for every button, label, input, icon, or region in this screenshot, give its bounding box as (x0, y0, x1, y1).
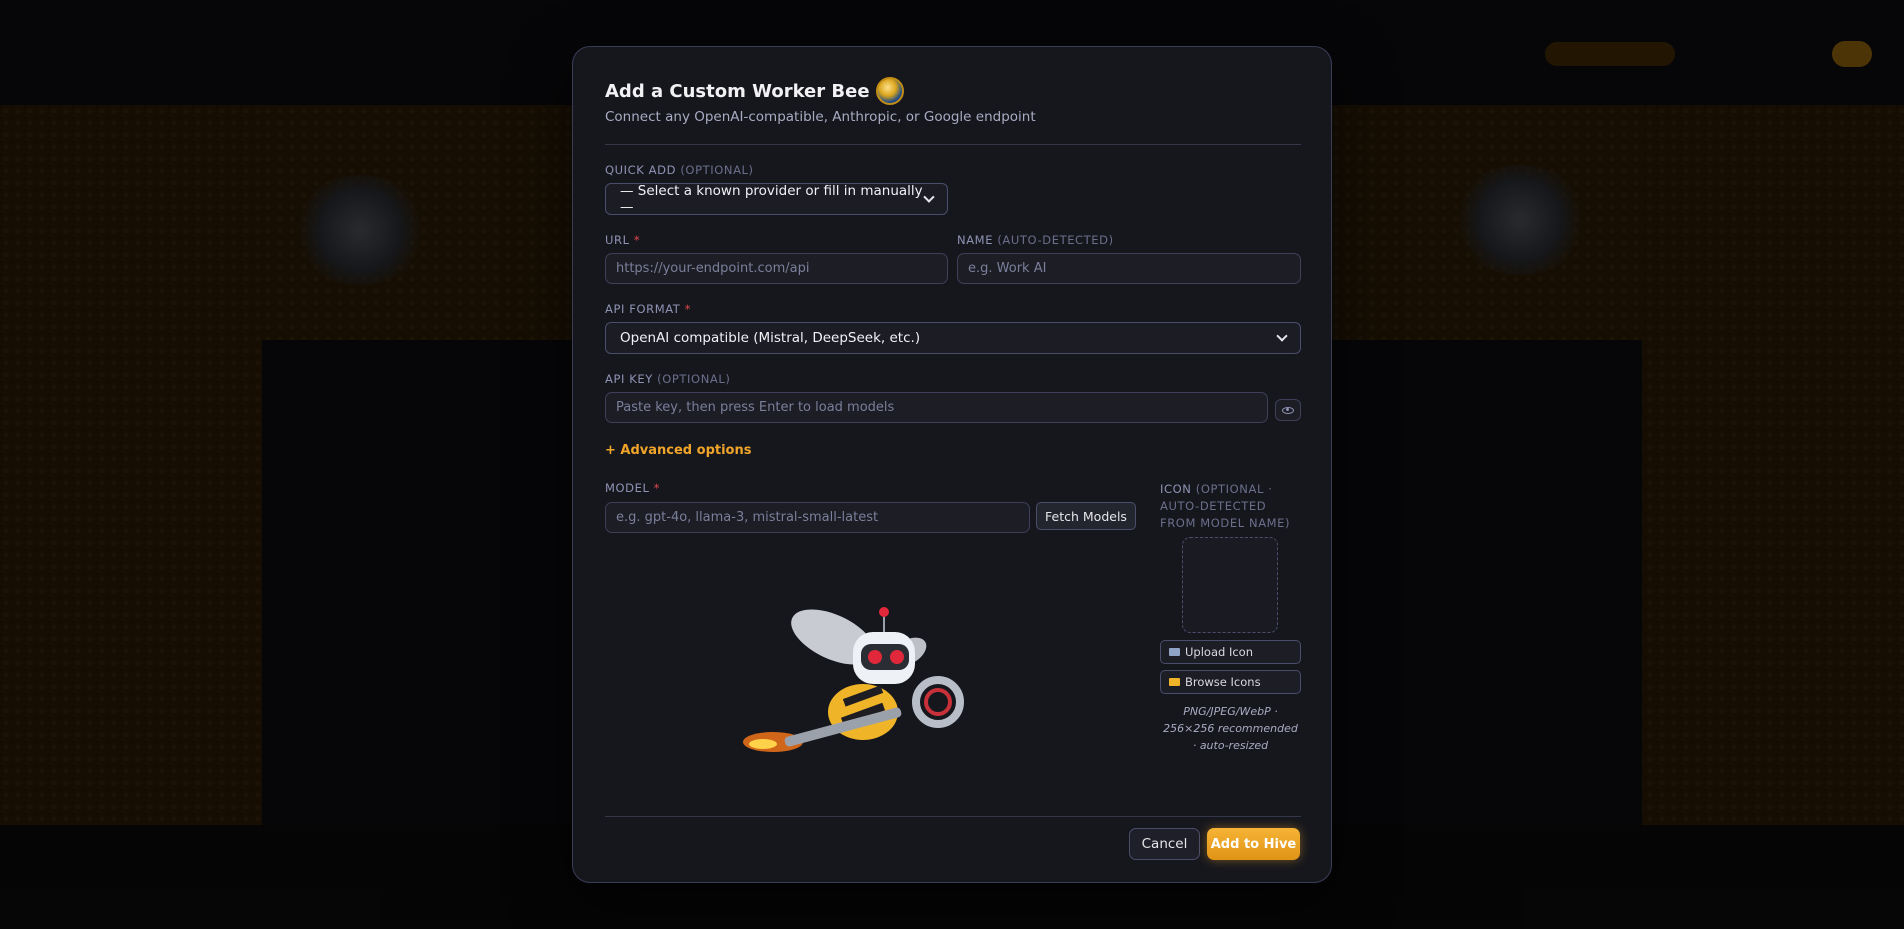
upload-icon-button[interactable]: Upload Icon (1160, 640, 1301, 664)
quick-add-label: QUICK ADD (OPTIONAL) (605, 163, 754, 177)
toggle-key-visibility-button[interactable] (1275, 399, 1301, 421)
folder-icon (1169, 678, 1180, 686)
url-label: URL * (605, 233, 641, 247)
browse-icons-button[interactable]: Browse Icons (1160, 670, 1301, 694)
modal-title-text: Add a Custom Worker Bee (605, 80, 870, 102)
quick-add-selected-value: — Select a known provider or fill in man… (620, 183, 923, 215)
chevron-down-icon (1276, 330, 1288, 342)
icon-label: ICON (OPTIONAL · AUTO-DETECTED FROM MODE… (1160, 482, 1291, 530)
name-input[interactable]: e.g. Work AI (957, 253, 1301, 284)
cancel-button[interactable]: Cancel (1129, 828, 1200, 860)
api-key-label: API KEY (OPTIONAL) (605, 372, 731, 386)
api-format-select[interactable]: OpenAI compatible (Mistral, DeepSeek, et… (605, 322, 1301, 354)
footer-divider (605, 816, 1301, 817)
eye-icon (1282, 406, 1294, 414)
api-format-label: API FORMAT * (605, 302, 692, 316)
name-label: NAME (AUTO-DETECTED) (957, 233, 1114, 247)
modal-subtitle: Connect any OpenAI-compatible, Anthropic… (605, 109, 1036, 125)
advanced-options-link[interactable]: + Advanced options (605, 443, 751, 458)
bee-badge-icon (875, 77, 904, 105)
add-worker-bee-modal: Add a Custom Worker Bee Connect any Open… (572, 46, 1332, 883)
api-key-input[interactable]: Paste key, then press Enter to load mode… (605, 392, 1268, 423)
icon-format-note: PNG/JPEG/WebP · 256×256 recommended · au… (1163, 705, 1298, 752)
icon-preview-dropzone[interactable] (1182, 537, 1278, 633)
robot-bee-mascot-illustration (743, 607, 964, 752)
model-input[interactable]: e.g. gpt-4o, llama-3, mistral-small-late… (605, 502, 1030, 533)
url-input[interactable]: https://your-endpoint.com/api (605, 253, 948, 284)
add-to-hive-button[interactable]: Add to Hive (1207, 828, 1300, 860)
modal-title: Add a Custom Worker Bee (605, 77, 904, 105)
fetch-models-button[interactable]: Fetch Models (1036, 502, 1136, 530)
model-label: MODEL * (605, 481, 661, 495)
image-icon (1169, 648, 1180, 656)
api-format-selected-value: OpenAI compatible (Mistral, DeepSeek, et… (620, 330, 921, 346)
quick-add-select[interactable]: — Select a known provider or fill in man… (605, 183, 948, 215)
header-divider (605, 144, 1301, 145)
